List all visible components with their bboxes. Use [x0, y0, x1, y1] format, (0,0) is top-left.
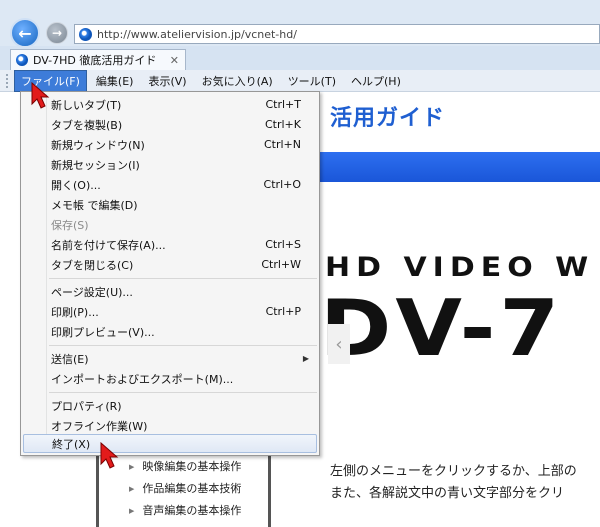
menu-bar: ファイル(F) 編集(E) 表示(V) お気に入り(A) ツール(T) ヘルプ(… — [0, 69, 600, 92]
menu-edit[interactable]: 編集(E) — [90, 71, 140, 91]
side-item-audio-basics[interactable]: 音声編集の基本操作 — [129, 502, 241, 518]
menuitem-label: 新しいタブ(T) — [51, 98, 122, 112]
menuitem-label: ページ設定(U)... — [51, 285, 133, 299]
menuitem-print-preview[interactable]: 印刷プレビュー(V)... — [23, 322, 317, 341]
menuitem-label: 新規ウィンドウ(N) — [51, 138, 145, 152]
menuitem-new-session[interactable]: 新規セッション(I) — [23, 155, 317, 174]
back-arrow-icon: ← — [18, 23, 32, 43]
menuitem-close-tab[interactable]: タブを閉じる(C) Ctrl+W — [23, 255, 317, 274]
toolbar-grip[interactable] — [6, 74, 9, 88]
file-menu-dropdown: 新しいタブ(T) Ctrl+T タブを複製(B) Ctrl+K 新規ウィンドウ(… — [20, 91, 320, 456]
menu-separator — [49, 392, 317, 393]
menuitem-label: オフライン作業(W) — [51, 419, 148, 433]
menuitem-label: 保存(S) — [51, 218, 89, 232]
tab-title: DV-7HD 徹底活用ガイド — [33, 54, 157, 67]
tab-row: DV-7HD 徹底活用ガイド ✕ — [0, 46, 600, 70]
menuitem-label: 新規セッション(I) — [51, 158, 140, 172]
menuitem-page-setup[interactable]: ページ設定(U)... — [23, 282, 317, 301]
menuitem-label: 送信(E) — [51, 352, 89, 366]
menuitem-shortcut: Ctrl+K — [264, 118, 301, 131]
back-button[interactable]: ← — [10, 18, 40, 48]
menuitem-label: 開く(O)... — [51, 178, 101, 192]
menuitem-shortcut: Ctrl+S — [265, 238, 301, 251]
forward-button[interactable]: → — [46, 22, 68, 44]
menu-tools[interactable]: ツール(T) — [282, 71, 342, 91]
menuitem-label: タブを複製(B) — [51, 118, 123, 132]
menuitem-shortcut: Ctrl+T — [265, 98, 301, 111]
menuitem-label: メモ帳 で編集(D) — [51, 198, 138, 212]
menu-favorites[interactable]: お気に入り(A) — [196, 71, 279, 91]
forward-arrow-icon: → — [51, 26, 63, 40]
menuitem-label: 印刷(P)... — [51, 305, 99, 319]
intro-line-1: 左側のメニューをクリックするか、上部の — [330, 464, 577, 479]
address-bar[interactable]: http://www.ateliervision.jp/vcnet-hd/ — [74, 24, 600, 44]
menuitem-exit[interactable]: 終了(X) — [23, 434, 317, 453]
hero-banner: HD VIDEO W DV-7 — [320, 250, 600, 380]
side-item-video-basics[interactable]: 映像編集の基本操作 — [129, 458, 241, 474]
menuitem-label: インポートおよびエクスポート(M)... — [51, 372, 234, 386]
side-menu: 映像編集の基本操作 作品編集の基本技術 音声編集の基本操作 — [96, 452, 271, 527]
menuitem-new-tab[interactable]: 新しいタブ(T) Ctrl+T — [23, 95, 317, 114]
hero-title: DV-7 — [320, 284, 564, 374]
menuitem-shortcut: Ctrl+W — [261, 258, 301, 271]
menuitem-open[interactable]: 開く(O)... Ctrl+O — [23, 175, 317, 194]
submenu-arrow-icon: ▶ — [302, 354, 309, 363]
menuitem-save-as[interactable]: 名前を付けて保存(A)... Ctrl+S — [23, 235, 317, 254]
menuitem-duplicate-tab[interactable]: タブを複製(B) Ctrl+K — [23, 115, 317, 134]
menu-view[interactable]: 表示(V) — [142, 71, 192, 91]
menuitem-work-offline[interactable]: オフライン作業(W) — [23, 416, 317, 435]
menuitem-import-export[interactable]: インポートおよびエクスポート(M)... — [23, 369, 317, 388]
url-text[interactable]: http://www.ateliervision.jp/vcnet-hd/ — [97, 28, 297, 41]
hero-subtitle: HD VIDEO W — [325, 251, 595, 284]
menuitem-label: 印刷プレビュー(V)... — [51, 325, 155, 339]
intro-line-2: また、各解説文中の青い文字部分をクリ — [330, 486, 565, 501]
address-row: ← → http://www.ateliervision.jp/vcnet-hd… — [0, 0, 600, 48]
menuitem-print[interactable]: 印刷(P)... Ctrl+P — [23, 302, 317, 321]
menuitem-label: タブを閉じる(C) — [51, 258, 134, 272]
tab-favicon-icon — [16, 54, 28, 66]
menu-separator — [49, 345, 317, 346]
menuitem-shortcut: Ctrl+P — [265, 305, 301, 318]
tab-close-icon[interactable]: ✕ — [170, 54, 179, 67]
menu-separator — [49, 278, 317, 279]
menuitem-edit-notepad[interactable]: メモ帳 で編集(D) — [23, 195, 317, 214]
tab-active[interactable]: DV-7HD 徹底活用ガイド ✕ — [10, 49, 186, 70]
ie-favicon-icon — [79, 27, 92, 41]
menuitem-new-window[interactable]: 新規ウィンドウ(N) Ctrl+N — [23, 135, 317, 154]
menuitem-label: プロパティ(R) — [51, 399, 122, 413]
menuitem-properties[interactable]: プロパティ(R) — [23, 396, 317, 415]
side-item-editing-techniques[interactable]: 作品編集の基本技術 — [129, 480, 241, 496]
menuitem-save: 保存(S) — [23, 215, 317, 234]
menu-help[interactable]: ヘルプ(H) — [345, 71, 407, 91]
menuitem-shortcut: Ctrl+O — [263, 178, 301, 191]
menuitem-label: 終了(X) — [52, 437, 91, 451]
menuitem-shortcut: Ctrl+N — [263, 138, 301, 151]
page-title: 活用ガイド — [330, 106, 446, 131]
chevron-left-icon[interactable]: ‹ — [328, 324, 350, 364]
menuitem-send[interactable]: 送信(E) ▶ — [23, 349, 317, 368]
menuitem-label: 名前を付けて保存(A)... — [51, 238, 166, 252]
